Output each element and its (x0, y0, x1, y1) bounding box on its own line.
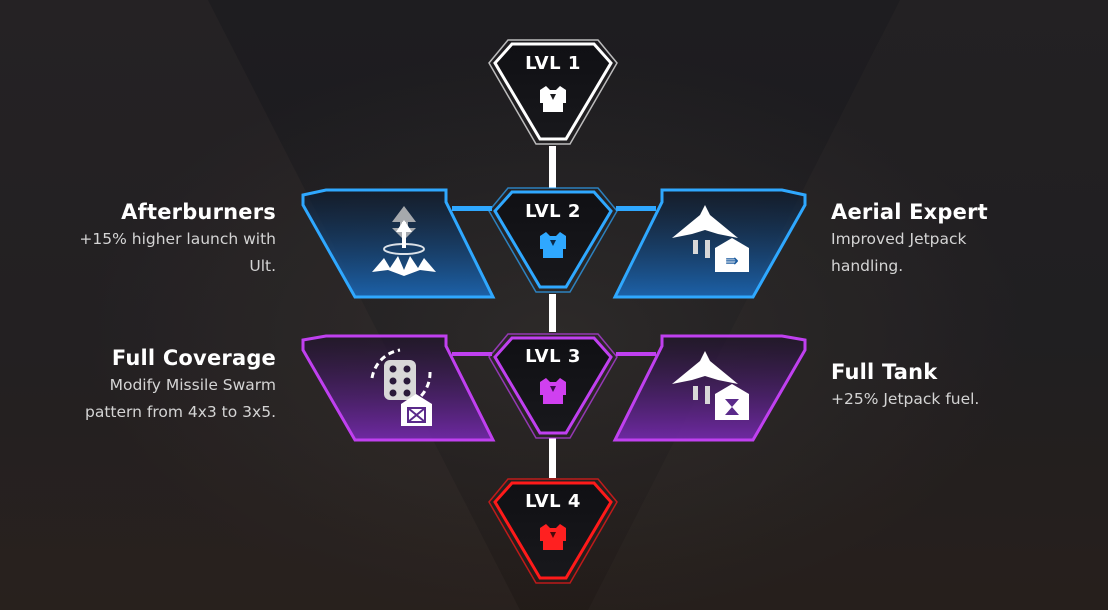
perk-info-full-tank: Full Tank +25% Jetpack fuel. (831, 360, 1091, 413)
connector-lvl2-right (616, 206, 656, 211)
connector-lvl3-left (452, 352, 492, 356)
level-badge-4[interactable]: LVL 4 (488, 478, 618, 584)
perk-info-aerial-expert: Aerial Expert Improved Jetpack handling. (831, 200, 1091, 280)
upgrade-tree-screen: ⇛ LVL 1 LVL 2 LVL 3 LVL 4 Afterburners +… (0, 0, 1108, 610)
svg-text:⇛: ⇛ (725, 251, 738, 270)
upgrade-tree-graphic: ⇛ LVL 1 LVL 2 LVL 3 LVL 4 (301, 39, 807, 584)
perk-name: Aerial Expert (831, 200, 988, 224)
perk-description: +25% Jetpack fuel. (831, 390, 980, 408)
perk-name: Full Tank (831, 360, 938, 384)
connector-lvl2-left (452, 206, 492, 211)
connector-1-2 (549, 146, 556, 188)
perk-name: Afterburners (121, 200, 276, 224)
perk-description: Improved Jetpack handling. (831, 230, 967, 275)
connector-3-4 (549, 438, 556, 478)
perk-description: Modify Missile Swarm pattern from 4x3 to… (84, 376, 276, 421)
perk-info-afterburners: Afterburners +15% higher launch with Ult… (16, 200, 276, 280)
perk-name: Full Coverage (111, 346, 276, 370)
level-label-4: LVL 4 (525, 491, 581, 512)
level-label-3: LVL 3 (525, 346, 581, 367)
level-label-2: LVL 2 (525, 201, 581, 222)
level-badge-3[interactable]: LVL 3 (488, 333, 618, 439)
level-label-1: LVL 1 (525, 53, 581, 74)
connector-lvl3-right (616, 352, 656, 356)
level-badge-1[interactable]: LVL 1 (488, 39, 618, 145)
perk-info-full-coverage: Full Coverage Modify Missile Swarm patte… (16, 346, 276, 426)
perk-description: +15% higher launch with Ult. (79, 230, 276, 275)
level-badge-2[interactable]: LVL 2 (488, 187, 618, 293)
connector-2-3 (549, 294, 556, 332)
